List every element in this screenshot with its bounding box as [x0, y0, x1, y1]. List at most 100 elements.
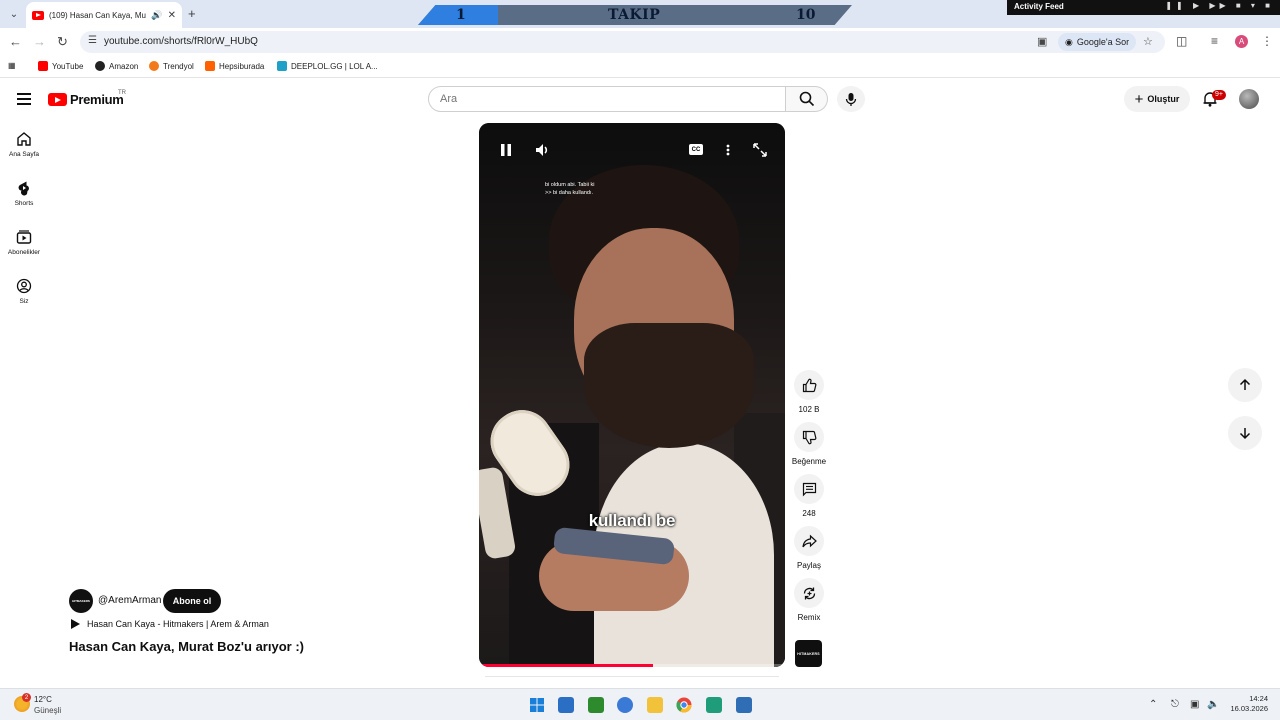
- share-action[interactable]: Paylaş: [788, 526, 830, 570]
- rail-item-you[interactable]: Siz: [0, 278, 48, 305]
- extensions-icon[interactable]: ◫: [1176, 34, 1187, 48]
- previous-short-button[interactable]: [1228, 368, 1262, 402]
- youtube-logo-icon: [48, 93, 67, 106]
- dislike-button[interactable]: [794, 422, 824, 452]
- channel-avatar[interactable]: HITMAKERS: [69, 589, 93, 613]
- store-app-icon[interactable]: [558, 697, 574, 713]
- bookmark-hepsiburada[interactable]: Hepsiburada: [205, 61, 264, 71]
- site-info-icon[interactable]: ☰: [88, 35, 97, 46]
- bookmark-label: Amazon: [109, 61, 139, 71]
- like-count: 102 B: [798, 405, 820, 414]
- reading-list-icon[interactable]: ≡: [1211, 34, 1218, 48]
- rail-label: Abonelikler: [7, 249, 41, 256]
- like-action[interactable]: 102 B: [788, 370, 830, 414]
- rail-label: Siz: [19, 298, 29, 305]
- you-icon: [16, 278, 32, 294]
- music-link[interactable]: Hasan Can Kaya - Hitmakers | Arem & Arma…: [71, 619, 269, 629]
- google-sor-label: Google'a Sor: [1076, 37, 1130, 47]
- omnibox[interactable]: ☰ youtube.com/shorts/fRl0rW_HUbQ ▣ ◉ Goo…: [80, 31, 1165, 53]
- tray-microphone-icon[interactable]: ⎋: [1171, 699, 1179, 710]
- outlook-app-icon[interactable]: [617, 697, 633, 713]
- youtube-bookmark-icon: [38, 61, 48, 71]
- comments-button[interactable]: [794, 474, 824, 504]
- rail-item-home[interactable]: Ana Sayfa: [0, 131, 48, 158]
- like-button[interactable]: [794, 370, 824, 400]
- media-controls-icons[interactable]: ❚❚ ▶ ▶▶ ■ ▾ ■: [1165, 1, 1274, 10]
- voice-search-button[interactable]: [837, 86, 865, 112]
- comment-icon: [802, 482, 816, 496]
- vpn-app-icon[interactable]: [736, 697, 752, 713]
- remix-button[interactable]: [794, 578, 824, 608]
- takip-overlay: 1 TAKIP 10: [418, 5, 852, 25]
- url-text[interactable]: youtube.com/shorts/fRl0rW_HUbQ: [104, 36, 258, 47]
- play-icon: [71, 619, 80, 629]
- channel-handle[interactable]: @AremArman: [98, 595, 162, 606]
- reload-icon[interactable]: ↻: [57, 34, 68, 50]
- remix-action[interactable]: Remix: [788, 578, 830, 622]
- back-arrow-icon[interactable]: ←: [9, 34, 22, 49]
- activity-feed-label: Activity Feed: [1014, 2, 1064, 11]
- guide-menu-icon[interactable]: [17, 93, 31, 105]
- forward-arrow-icon[interactable]: →: [33, 34, 46, 49]
- fullscreen-icon[interactable]: [752, 141, 768, 159]
- windows-start-icon[interactable]: [529, 697, 545, 713]
- android-app-icon[interactable]: [706, 697, 722, 713]
- channel-thumbnail[interactable]: HITMAKERS: [795, 640, 822, 667]
- tab-audio-icon[interactable]: 🔊: [151, 10, 162, 21]
- video-progress-bar[interactable]: [479, 664, 785, 667]
- bookmark-youtube[interactable]: YouTube: [38, 61, 83, 71]
- dislike-label: Beğenme: [791, 457, 827, 466]
- next-short-button[interactable]: [1228, 416, 1262, 450]
- rail-item-shorts[interactable]: Shorts: [0, 180, 48, 207]
- youtube-favicon-icon: [32, 10, 44, 20]
- rail-label: Shorts: [14, 200, 34, 207]
- pause-icon[interactable]: [499, 141, 513, 159]
- new-tab-button[interactable]: +: [188, 6, 196, 21]
- tray-chevron-icon[interactable]: ⌃: [1149, 699, 1157, 710]
- takip-label: TAKIP: [608, 7, 661, 23]
- tray-display-icon[interactable]: ▣: [1190, 699, 1199, 710]
- share-label: Paylaş: [796, 561, 821, 570]
- weather-condition[interactable]: Güneşli: [34, 706, 61, 715]
- music-title: Hasan Can Kaya - Hitmakers | Arem & Arma…: [87, 619, 269, 629]
- shorts-video-player[interactable]: CC bi oldum abi. Tabii ki >> bi daha kul…: [479, 123, 785, 667]
- tray-speaker-icon[interactable]: 🔈: [1207, 699, 1219, 710]
- microphone-icon: [845, 92, 857, 106]
- google-sor-button[interactable]: ◉ Google'a Sor: [1058, 33, 1137, 51]
- subscribe-button[interactable]: Abone ol: [163, 589, 221, 613]
- create-button[interactable]: + Oluştur: [1124, 86, 1190, 112]
- video-frame-shape: [584, 323, 754, 448]
- video-subtitle: kullandı be: [588, 511, 676, 530]
- file-explorer-icon[interactable]: [647, 697, 663, 713]
- bookmark-trendyol[interactable]: Trendyol: [149, 61, 194, 71]
- search-input[interactable]: [428, 86, 786, 112]
- search-button[interactable]: [786, 86, 828, 112]
- amazon-bookmark-icon: [95, 61, 105, 71]
- bookmark-star-icon[interactable]: ☆: [1143, 35, 1153, 48]
- weather-badge: 2: [22, 693, 31, 702]
- browser-menu-icon[interactable]: ⋮: [1261, 34, 1273, 48]
- system-clock[interactable]: 14:24 16.03.2026: [1226, 694, 1268, 714]
- tab-close-icon[interactable]: ✕: [168, 10, 176, 21]
- chrome-app-icon[interactable]: [676, 697, 692, 713]
- install-app-icon[interactable]: ▣: [1037, 35, 1047, 48]
- dislike-action[interactable]: Beğenme: [788, 422, 830, 466]
- apps-grid-icon[interactable]: ▦: [8, 61, 16, 70]
- bookmark-amazon[interactable]: Amazon: [95, 61, 138, 71]
- browser-tab-active[interactable]: (109) Hasan Can Kaya, Murat Boz'u arıyor…: [26, 2, 182, 28]
- comments-action[interactable]: 248: [788, 474, 830, 518]
- temperature[interactable]: 12°C: [34, 695, 52, 704]
- video-title[interactable]: Hasan Can Kaya, Murat Boz'u arıyor :): [69, 639, 304, 654]
- nvidia-app-icon[interactable]: [588, 697, 604, 713]
- rail-item-subscriptions[interactable]: Abonelikler: [0, 229, 48, 256]
- captions-button[interactable]: CC: [689, 144, 703, 155]
- youtube-premium-logo[interactable]: Premium: [48, 92, 124, 107]
- volume-icon[interactable]: [534, 141, 550, 159]
- more-options-icon[interactable]: [723, 141, 733, 159]
- account-avatar[interactable]: [1239, 89, 1259, 109]
- tab-search-chevron-icon[interactable]: ⌄: [4, 4, 24, 24]
- deeplol-bookmark-icon: [277, 61, 287, 71]
- bookmark-deeplol[interactable]: DEEPLOL.GG | LOL A...: [277, 61, 378, 71]
- share-button[interactable]: [794, 526, 824, 556]
- profile-avatar[interactable]: A: [1235, 35, 1248, 48]
